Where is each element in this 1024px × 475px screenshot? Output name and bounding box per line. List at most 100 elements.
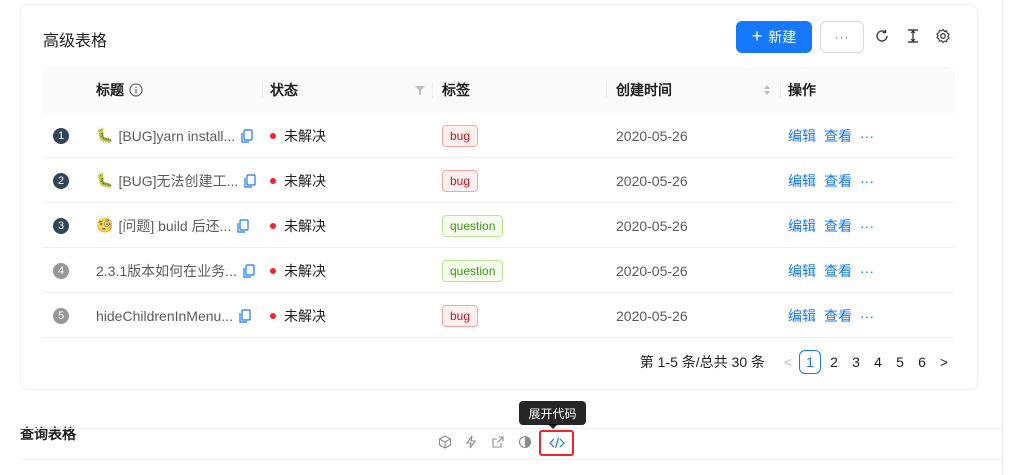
row-tag: bug [442, 169, 479, 192]
row-tag: question [442, 259, 504, 282]
view-link[interactable]: 查看 [824, 216, 852, 236]
row-date: 2020-05-26 [616, 307, 688, 324]
header-separator [780, 82, 781, 98]
status-dot [270, 177, 276, 184]
edit-link[interactable]: 编辑 [788, 171, 816, 191]
row-index-badge: 3 [53, 217, 69, 234]
expand-code-button[interactable] [539, 430, 574, 456]
copy-icon[interactable] [244, 173, 256, 188]
more-actions-icon[interactable]: ··· [860, 308, 874, 324]
pagination-total: 第 1-5 条/总共 30 条 [639, 354, 765, 370]
copy-icon[interactable] [237, 218, 249, 233]
table-row: 2 🐛 [BUG]无法创建工... 未解决 bug 2020-05-26 编辑查… [43, 158, 955, 203]
row-date: 2020-05-26 [616, 127, 688, 144]
status-dot [270, 312, 276, 319]
page-5[interactable]: 5 [889, 350, 911, 374]
thunderbolt-icon[interactable] [463, 434, 479, 450]
edit-link[interactable]: 编辑 [788, 216, 816, 236]
row-title[interactable]: 2.3.1版本如何在业务... [96, 261, 237, 281]
data-table: 标题 状态 标签 创建时间 操作 1 🐛 [BUG]yarn install..… [43, 67, 955, 338]
plus-icon: + [751, 26, 763, 46]
row-tag: bug [442, 124, 479, 147]
row-date: 2020-05-26 [616, 217, 688, 234]
codesandbox-icon[interactable] [437, 434, 453, 450]
section-title-query-table: 查询表格 [20, 426, 76, 442]
table-row: 1 🐛 [BUG]yarn install... 未解决 bug 2020-05… [43, 113, 955, 158]
new-button[interactable]: + 新建 [736, 21, 812, 53]
table-toolbar: 高级表格 + 新建 ··· [21, 5, 977, 69]
column-header-actions: 操作 [788, 82, 816, 98]
view-link[interactable]: 查看 [824, 171, 852, 191]
page-2[interactable]: 2 [823, 350, 845, 374]
row-index-badge: 4 [53, 262, 69, 279]
code-icon [548, 437, 565, 449]
page-divider [1002, 0, 1003, 475]
view-link[interactable]: 查看 [824, 306, 852, 326]
row-emoji: 🧐 [96, 217, 114, 233]
row-date: 2020-05-26 [616, 262, 688, 279]
edit-link[interactable]: 编辑 [788, 261, 816, 281]
page-1[interactable]: 1 [799, 350, 821, 374]
row-title[interactable]: [问题] build 后还... [118, 216, 231, 236]
more-actions-icon[interactable]: ··· [860, 218, 874, 234]
edit-link[interactable]: 编辑 [788, 306, 816, 326]
more-actions-icon[interactable]: ··· [860, 263, 874, 279]
view-link[interactable]: 查看 [824, 126, 852, 146]
code-actions-divider [20, 428, 1002, 429]
more-actions-icon[interactable]: ··· [860, 128, 874, 144]
filter-icon[interactable] [414, 67, 426, 113]
page-6[interactable]: 6 [911, 350, 933, 374]
row-title[interactable]: [BUG]yarn install... [118, 128, 235, 144]
expand-code-tooltip: 展开代码 [519, 401, 586, 425]
copy-icon[interactable] [241, 128, 253, 143]
row-index-badge: 2 [53, 172, 69, 189]
copy-icon[interactable] [239, 308, 251, 323]
theme-contrast-icon[interactable] [517, 434, 533, 450]
code-actions-divider [20, 459, 1002, 460]
row-title[interactable]: hideChildrenInMenu... [96, 308, 233, 324]
row-title[interactable]: [BUG]无法创建工... [118, 171, 238, 191]
page-4[interactable]: 4 [867, 350, 889, 374]
new-button-label: 新建 [768, 29, 797, 45]
external-link-icon[interactable] [490, 434, 506, 450]
status-dot [270, 222, 276, 229]
view-link[interactable]: 查看 [824, 261, 852, 281]
column-header-title: 标题 [96, 67, 143, 113]
row-status: 未解决 [284, 172, 326, 189]
table-header: 标题 状态 标签 创建时间 操作 [43, 67, 955, 113]
pagination: 第 1-5 条/总共 30 条 < 1 2 3 4 5 6 > [640, 350, 955, 374]
row-index-badge: 5 [53, 307, 69, 324]
row-emoji: 🐛 [96, 127, 114, 143]
more-button[interactable]: ··· [820, 21, 864, 53]
header-separator [432, 82, 433, 98]
reload-icon[interactable] [872, 26, 892, 46]
column-header-tags: 标签 [442, 82, 470, 98]
row-tag: question [442, 214, 504, 237]
header-separator [262, 82, 263, 98]
row-status: 未解决 [284, 127, 326, 144]
header-separator [606, 82, 607, 98]
next-page-icon[interactable]: > [933, 350, 955, 374]
sort-icon[interactable] [762, 67, 772, 113]
column-height-icon[interactable] [903, 26, 923, 46]
copy-icon[interactable] [243, 263, 255, 278]
table-row: 5 hideChildrenInMenu... 未解决 bug 2020-05-… [43, 293, 955, 338]
status-dot [270, 132, 276, 139]
edit-link[interactable]: 编辑 [788, 126, 816, 146]
row-emoji: 🐛 [96, 172, 114, 188]
status-dot [270, 267, 276, 274]
column-header-status: 状态 [270, 82, 298, 98]
table-title: 高级表格 [43, 33, 108, 50]
row-date: 2020-05-26 [616, 172, 688, 189]
row-status: 未解决 [284, 217, 326, 234]
prev-page-icon[interactable]: < [777, 350, 799, 374]
info-icon[interactable] [129, 83, 143, 97]
column-header-created-at[interactable]: 创建时间 [616, 67, 672, 113]
row-status: 未解决 [284, 307, 326, 324]
more-actions-icon[interactable]: ··· [860, 173, 874, 189]
advanced-table-card: 高级表格 + 新建 ··· 标题 状态 标签 创建时间 操作 1 🐛 [BUG]… [20, 4, 978, 390]
page-3[interactable]: 3 [845, 350, 867, 374]
table-row: 4 2.3.1版本如何在业务... 未解决 question 2020-05-2… [43, 248, 955, 293]
row-index-badge: 1 [53, 127, 69, 144]
setting-icon[interactable] [933, 26, 953, 46]
